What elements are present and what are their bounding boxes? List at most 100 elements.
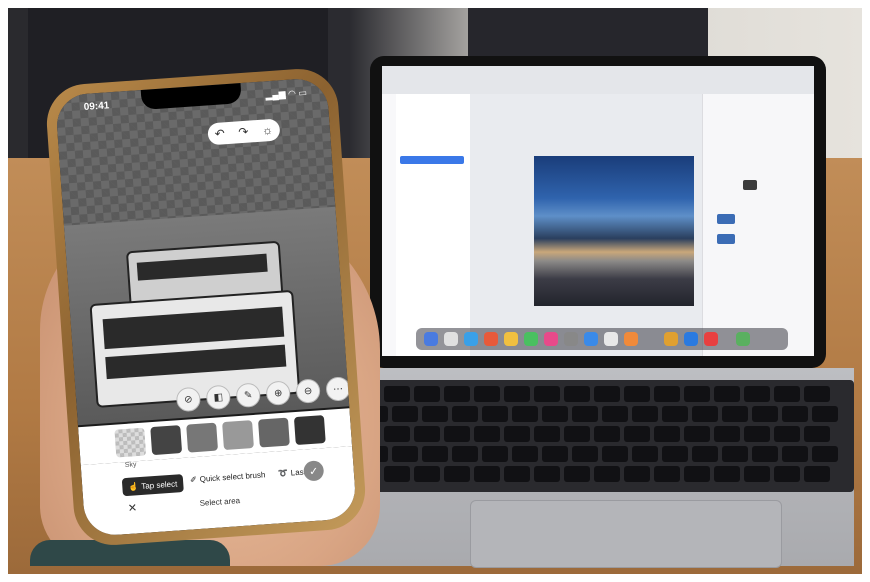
keyboard-key [452, 446, 478, 462]
keyboard-key [752, 446, 778, 462]
close-icon[interactable]: ✕ [127, 501, 137, 515]
selected-option [400, 156, 464, 164]
keyboard-key [392, 446, 418, 462]
keyboard-key [624, 466, 650, 482]
keyboard-key [444, 466, 470, 482]
select-subject-icon[interactable]: ◧ [205, 384, 232, 411]
app-icon [504, 332, 518, 346]
thumbnail-person[interactable] [186, 422, 219, 453]
keyboard-key [474, 466, 500, 482]
layer-thumbnail [717, 234, 735, 244]
confirm-button[interactable]: ✓ [303, 460, 325, 482]
keyboard-key [512, 406, 538, 422]
keyboard-key [444, 386, 470, 402]
lasso-icon: ➰ [277, 468, 289, 479]
hide-selection-icon[interactable]: ⊘ [175, 386, 202, 413]
quick-select-label: Quick select brush [199, 470, 266, 484]
phone-screen: 09:41 ▂▄▆ ◠ ▭ ↶ ↷ ☼ ⊘ ◧ ✎ ⊕ ⊖ ⋯ Sky ☝ Ta… [54, 77, 358, 537]
thumbnail-van[interactable] [222, 420, 254, 451]
keyboard-key [782, 406, 808, 422]
thumbnail-bus[interactable] [150, 425, 183, 456]
keyboard-key [482, 446, 508, 462]
keyboard-key [392, 406, 418, 422]
layers-panel [702, 94, 814, 356]
app-icon [704, 332, 718, 346]
keyboard-key [684, 386, 710, 402]
smartphone: 09:41 ▂▄▆ ◠ ▭ ↶ ↷ ☼ ⊘ ◧ ✎ ⊕ ⊖ ⋯ Sky ☝ Ta… [44, 66, 368, 548]
laptop-trackpad [470, 500, 782, 568]
redo-icon[interactable]: ↷ [238, 125, 249, 140]
undo-icon[interactable]: ↶ [214, 126, 225, 141]
keyboard-key [534, 386, 560, 402]
editor-toolbar [382, 66, 814, 94]
keyboard-key [594, 466, 620, 482]
keyboard-key [744, 386, 770, 402]
keyboard-key [564, 466, 590, 482]
tap-select-label: Tap select [140, 478, 178, 491]
thumbnail-label: Sky [124, 461, 137, 470]
keyboard-key [812, 406, 838, 422]
app-icon [424, 332, 438, 346]
thumbnail-sign[interactable] [257, 417, 290, 448]
keyboard-key [744, 466, 770, 482]
keyboard-key [684, 426, 710, 442]
thumbnail-object[interactable] [293, 415, 326, 446]
keyboard-key [594, 426, 620, 442]
keyboard-key [722, 446, 748, 462]
keyboard-key [654, 386, 680, 402]
keyboard-key [804, 466, 830, 482]
keyboard-key [534, 426, 560, 442]
add-selection-icon[interactable]: ⊕ [265, 380, 291, 406]
keyboard-key [654, 426, 680, 442]
keyboard-key [452, 406, 478, 422]
keyboard-key [504, 426, 530, 442]
editor-tool-sidebar [382, 94, 397, 356]
app-icon [484, 332, 498, 346]
keyboard-key [422, 446, 448, 462]
app-icon [684, 332, 698, 346]
keyboard-key [542, 446, 568, 462]
tap-icon: ☝ [128, 481, 139, 492]
thumbnail-sky[interactable] [114, 427, 147, 458]
keyboard-key [662, 406, 688, 422]
keyboard-key [654, 466, 680, 482]
keyboard-key [602, 406, 628, 422]
keyboard-key [572, 446, 598, 462]
layer-thumbnail [743, 180, 757, 190]
keyboard-key [804, 426, 830, 442]
keyboard-key [602, 446, 628, 462]
app-icon [464, 332, 478, 346]
keyboard-key [692, 406, 718, 422]
tap-select-button[interactable]: ☝ Tap select [121, 474, 184, 497]
keyboard-key [714, 466, 740, 482]
dock [416, 328, 788, 350]
keyboard-key [414, 386, 440, 402]
keyboard-key [714, 386, 740, 402]
laptop-keyboard [348, 380, 854, 492]
keyboard-key [782, 446, 808, 462]
app-icon [736, 332, 750, 346]
bus-window [105, 344, 287, 380]
quick-select-brush-button[interactable]: ✐ Quick select brush [190, 470, 266, 484]
more-icon[interactable]: ⋯ [325, 376, 351, 402]
keyboard-key [684, 466, 710, 482]
keyboard-key [474, 386, 500, 402]
brush-icon[interactable]: ✎ [235, 382, 262, 409]
keyboard-key [414, 466, 440, 482]
keyboard-key [504, 386, 530, 402]
keyboard-key [594, 386, 620, 402]
editor-left-panel [396, 94, 471, 356]
keyboard-key [714, 426, 740, 442]
keyboard-key [662, 446, 688, 462]
subtract-selection-icon[interactable]: ⊖ [295, 378, 321, 404]
keyboard-key [564, 426, 590, 442]
keyboard-key [414, 426, 440, 442]
app-icon [564, 332, 578, 346]
keyboard-key [632, 406, 658, 422]
keyboard-key [774, 386, 800, 402]
app-icon [604, 332, 618, 346]
keyboard-key [624, 386, 650, 402]
keyboard-key [774, 466, 800, 482]
app-icon [584, 332, 598, 346]
lightbulb-icon[interactable]: ☼ [262, 123, 274, 138]
